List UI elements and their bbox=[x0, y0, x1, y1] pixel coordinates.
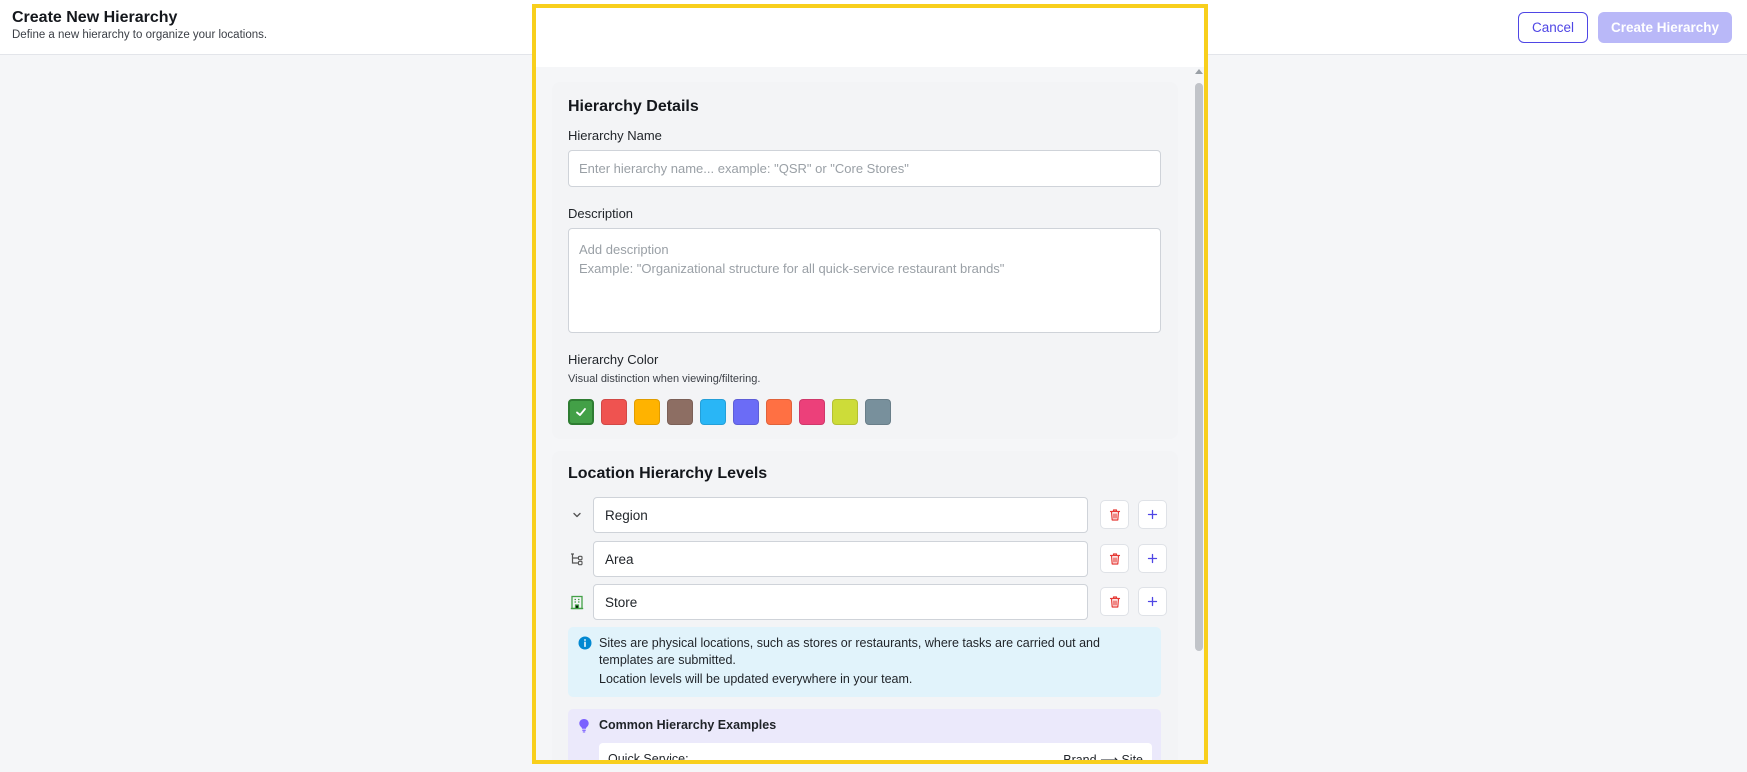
add-level-button[interactable] bbox=[1138, 544, 1167, 573]
hierarchy-branch-icon bbox=[568, 550, 586, 568]
info-icon bbox=[578, 636, 592, 650]
trash-icon bbox=[1109, 552, 1120, 565]
level-name-input[interactable]: Region bbox=[593, 497, 1088, 533]
hierarchy-details-card: Hierarchy Details Hierarchy Name Enter h… bbox=[552, 82, 1178, 439]
color-swatch[interactable] bbox=[733, 399, 759, 425]
add-level-button[interactable] bbox=[1138, 500, 1167, 529]
create-hierarchy-button[interactable]: Create Hierarchy bbox=[1598, 12, 1732, 43]
panel-top-area bbox=[536, 8, 1204, 67]
examples-box: Common Hierarchy Examples Quick Service:… bbox=[568, 709, 1161, 764]
chevron-down-icon[interactable] bbox=[568, 506, 586, 524]
color-swatch[interactable] bbox=[799, 399, 825, 425]
levels-section-title: Location Hierarchy Levels bbox=[568, 465, 768, 482]
color-swatch[interactable] bbox=[601, 399, 627, 425]
hierarchy-name-label: Hierarchy Name bbox=[568, 128, 662, 143]
building-icon bbox=[568, 593, 586, 611]
examples-title: Common Hierarchy Examples bbox=[599, 718, 777, 732]
color-swatches bbox=[568, 399, 891, 425]
info-text: Sites are physical locations, such as st… bbox=[599, 635, 1139, 688]
lightbulb-icon bbox=[579, 719, 589, 733]
plus-icon bbox=[1147, 596, 1158, 607]
color-swatch[interactable] bbox=[865, 399, 891, 425]
color-swatch[interactable] bbox=[634, 399, 660, 425]
level-row: Area bbox=[568, 541, 1167, 577]
description-placeholder-line2: Example: "Organizational structure for a… bbox=[579, 261, 1005, 276]
description-textarea[interactable]: Add description Example: "Organizational… bbox=[568, 228, 1161, 333]
description-placeholder-line1: Add description bbox=[579, 242, 669, 257]
info-text-levels: will be updated everywhere in your team. bbox=[681, 672, 913, 686]
page-title: Create New Hierarchy bbox=[12, 9, 178, 26]
info-line2: Location levels will be updated everywhe… bbox=[599, 671, 1139, 688]
page-subtitle: Define a new hierarchy to organize your … bbox=[12, 29, 268, 41]
delete-level-button[interactable] bbox=[1100, 544, 1129, 573]
info-box: Sites are physical locations, such as st… bbox=[568, 627, 1161, 697]
color-swatch[interactable] bbox=[766, 399, 792, 425]
trash-icon bbox=[1109, 595, 1120, 608]
add-level-button[interactable] bbox=[1138, 587, 1167, 616]
example-path: Brand ⟶ Site bbox=[1063, 753, 1143, 764]
color-swatch[interactable] bbox=[832, 399, 858, 425]
scroll-area[interactable]: Hierarchy Details Hierarchy Name Enter h… bbox=[536, 67, 1204, 760]
description-label: Description bbox=[568, 206, 634, 221]
scrollbar-thumb[interactable] bbox=[1195, 83, 1203, 651]
info-bold-levels: Location levels bbox=[599, 672, 682, 686]
plus-icon bbox=[1147, 553, 1158, 564]
cancel-button[interactable]: Cancel bbox=[1518, 12, 1588, 43]
hierarchy-color-hint: Visual distinction when viewing/filterin… bbox=[568, 373, 761, 385]
example-name: Quick Service: bbox=[608, 752, 689, 764]
color-swatch[interactable] bbox=[700, 399, 726, 425]
level-name-input[interactable]: Store bbox=[593, 584, 1088, 620]
level-row: Store bbox=[568, 584, 1167, 620]
delete-level-button[interactable] bbox=[1100, 500, 1129, 529]
example-row: Quick Service: Brand ⟶ Site bbox=[599, 743, 1152, 764]
details-section-title: Hierarchy Details bbox=[568, 98, 699, 115]
hierarchy-levels-card: Location Hierarchy Levels Region Area St… bbox=[552, 451, 1178, 764]
info-bold-sites: Sites bbox=[599, 636, 627, 650]
info-text-sites: are physical locations, such as stores o… bbox=[599, 636, 1100, 667]
form-panel: Hierarchy Details Hierarchy Name Enter h… bbox=[532, 4, 1208, 764]
color-swatch[interactable] bbox=[667, 399, 693, 425]
delete-level-button[interactable] bbox=[1100, 587, 1129, 616]
color-swatch[interactable] bbox=[568, 399, 594, 425]
scroll-up-arrow-icon[interactable] bbox=[1195, 69, 1203, 74]
check-icon bbox=[576, 408, 586, 416]
hierarchy-name-placeholder: Enter hierarchy name... example: "QSR" o… bbox=[579, 161, 909, 176]
level-row: Region bbox=[568, 497, 1167, 533]
plus-icon bbox=[1147, 509, 1158, 520]
hierarchy-name-input[interactable]: Enter hierarchy name... example: "QSR" o… bbox=[568, 150, 1161, 187]
level-name-input[interactable]: Area bbox=[593, 541, 1088, 577]
hierarchy-color-label: Hierarchy Color bbox=[568, 352, 659, 367]
trash-icon bbox=[1109, 508, 1120, 521]
